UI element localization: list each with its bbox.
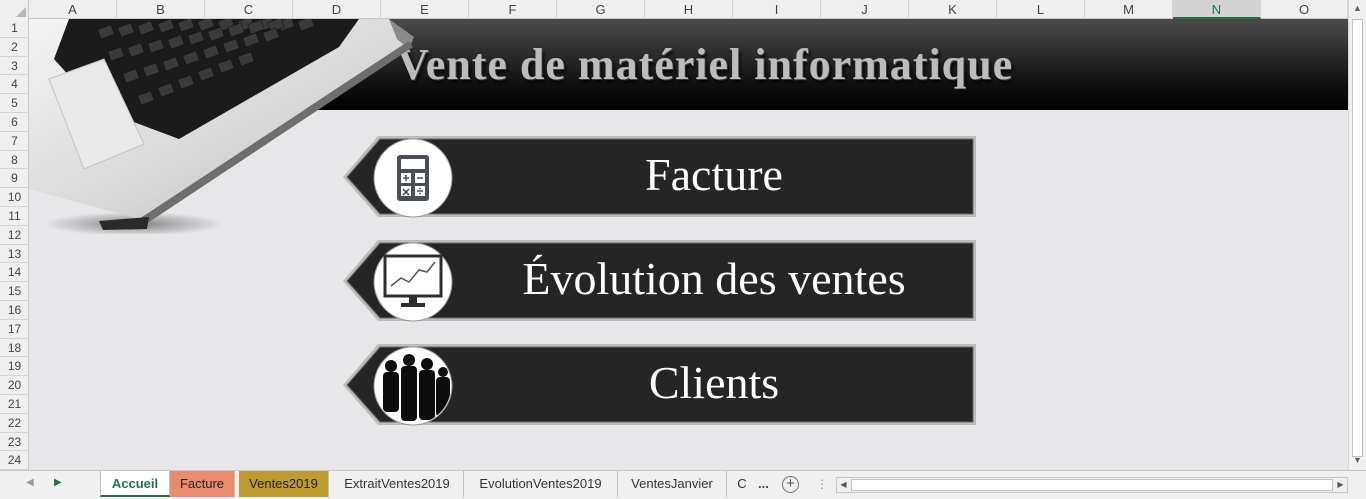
tab-extraitventes2019[interactable]: ExtraitVentes2019 [331, 471, 464, 497]
evolution-ventes-button-label: Évolution des ventes [522, 253, 906, 304]
column-header-bar: A B C D E F G H I J K L M N O [0, 0, 1348, 19]
row-header[interactable]: 9 [0, 169, 29, 189]
row-header[interactable]: 2 [0, 38, 29, 57]
worksheet-area[interactable]: Vente de matériel informatique Facture É… [29, 19, 1348, 470]
row-header[interactable]: 21 [0, 395, 29, 414]
select-all-corner[interactable] [0, 0, 29, 19]
row-header[interactable]: 13 [0, 245, 29, 264]
scroll-left-icon[interactable]: ◀ [837, 478, 850, 492]
scroll-up-icon[interactable]: ▲ [1349, 0, 1366, 17]
clients-button[interactable]: Clients [342, 343, 978, 427]
more-tabs-button[interactable]: ... [758, 476, 769, 491]
tab-facture[interactable]: Facture [170, 471, 235, 497]
clients-button-label: Clients [648, 357, 780, 408]
vertical-scrollbar[interactable]: ▲ ▼ [1348, 0, 1366, 470]
tab-ventes2019[interactable]: Ventes2019 [239, 471, 329, 497]
facture-button-label: Facture [645, 149, 783, 200]
column-header[interactable]: J [821, 0, 909, 19]
column-header[interactable]: C [205, 0, 293, 19]
column-header[interactable]: H [645, 0, 733, 19]
horizontal-scrollbar[interactable]: ◀ ▶ [836, 477, 1348, 493]
people-silhouette-icon [373, 346, 453, 426]
tab-scroll-left-icon[interactable]: ◀ [26, 477, 34, 488]
tab-evolutionventes2019[interactable]: EvolutionVentes2019 [464, 471, 618, 497]
scroll-down-icon[interactable]: ▼ [1349, 452, 1366, 469]
column-header-selected[interactable]: N [1173, 0, 1261, 19]
row-header[interactable]: 16 [0, 301, 29, 320]
row-header[interactable]: 1 [0, 19, 29, 38]
column-header[interactable]: E [381, 0, 469, 19]
row-header[interactable]: 3 [0, 57, 29, 76]
row-header[interactable]: 23 [0, 433, 29, 452]
column-header[interactable]: I [733, 0, 821, 19]
row-header[interactable]: 22 [0, 414, 29, 433]
column-header[interactable]: D [293, 0, 381, 19]
column-header[interactable]: F [469, 0, 557, 19]
column-header[interactable]: K [909, 0, 997, 19]
vertical-scroll-thumb[interactable] [1352, 19, 1363, 457]
row-header[interactable]: 19 [0, 357, 29, 377]
tab-ventesjanvier[interactable]: VentesJanvier [618, 471, 727, 497]
scroll-right-icon[interactable]: ▶ [1334, 478, 1347, 492]
chart-monitor-icon [373, 242, 453, 322]
row-header[interactable]: 4 [0, 75, 29, 95]
column-header[interactable]: G [557, 0, 645, 19]
row-header[interactable]: 15 [0, 282, 29, 301]
tab-accueil[interactable]: Accueil [100, 471, 170, 497]
tab-c[interactable]: C [727, 471, 757, 497]
row-header[interactable]: 11 [0, 207, 29, 226]
row-header[interactable]: 8 [0, 151, 29, 170]
add-sheet-button[interactable]: + [782, 476, 799, 493]
tab-scroll-right-icon[interactable]: ▶ [54, 477, 62, 488]
row-header[interactable]: 5 [0, 94, 29, 113]
column-header[interactable]: O [1261, 0, 1348, 19]
row-header[interactable]: 7 [0, 132, 29, 151]
excel-window: A B C D E F G H I J K L M N O 1 2 3 4 5 … [0, 0, 1366, 499]
calculator-icon [373, 138, 453, 218]
row-header[interactable]: 14 [0, 263, 29, 283]
row-header[interactable]: 17 [0, 320, 29, 339]
row-header[interactable]: 12 [0, 226, 29, 245]
facture-button[interactable]: Facture [342, 135, 978, 219]
column-header[interactable]: B [117, 0, 205, 19]
row-header[interactable]: 18 [0, 339, 29, 358]
column-header[interactable]: M [1085, 0, 1173, 19]
tab-splitter-handle[interactable]: ⋮ [816, 477, 828, 491]
row-header[interactable]: 24 [0, 451, 29, 471]
evolution-ventes-button[interactable]: Évolution des ventes [342, 239, 978, 323]
column-header[interactable]: A [29, 0, 117, 19]
row-header[interactable]: 6 [0, 113, 29, 132]
banner-title: Vente de matériel informatique [397, 40, 1014, 89]
row-header-bar: 1 2 3 4 5 6 7 8 9 10 11 12 13 14 15 16 1… [0, 19, 29, 471]
horizontal-scroll-thumb[interactable] [851, 479, 1333, 491]
row-header[interactable]: 20 [0, 376, 29, 395]
sheet-tab-bar: ◀ ▶ Accueil Facture Ventes2019 ExtraitVe… [0, 470, 1366, 499]
row-header[interactable]: 10 [0, 188, 29, 207]
column-header[interactable]: L [997, 0, 1085, 19]
